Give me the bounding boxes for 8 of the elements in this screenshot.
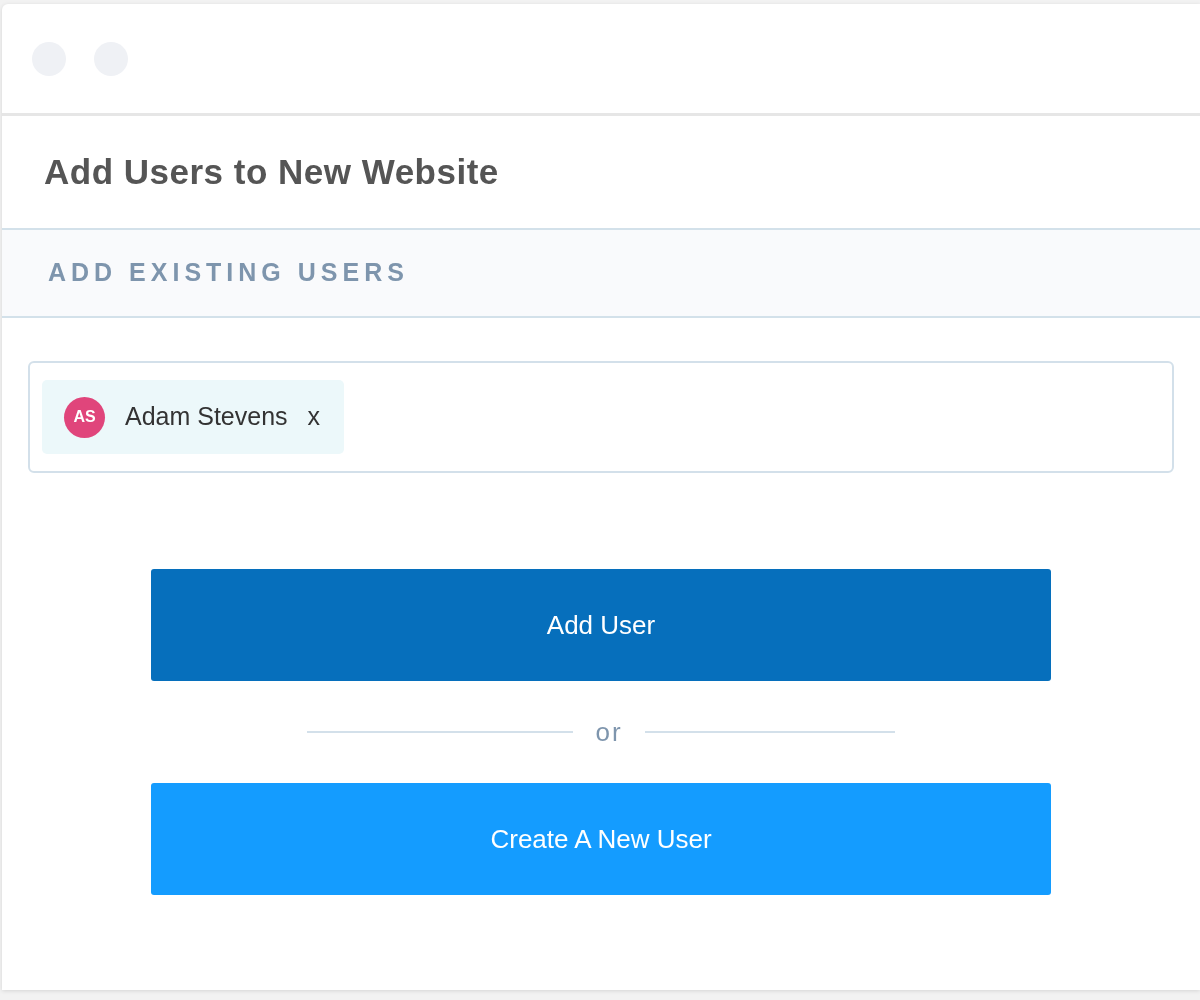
section-heading: ADD EXISTING USERS (48, 257, 409, 289)
user-name: Adam Stevens (125, 401, 288, 433)
remove-user-button[interactable]: x (307, 398, 321, 436)
dialog-title: Add Users to New Website (44, 150, 499, 193)
add-user-button[interactable]: Add User (151, 569, 1051, 681)
user-select-field[interactable]: AS Adam Stevens x (28, 361, 1174, 473)
or-divider-text: or (595, 715, 623, 749)
avatar-initials: AS (64, 396, 105, 438)
